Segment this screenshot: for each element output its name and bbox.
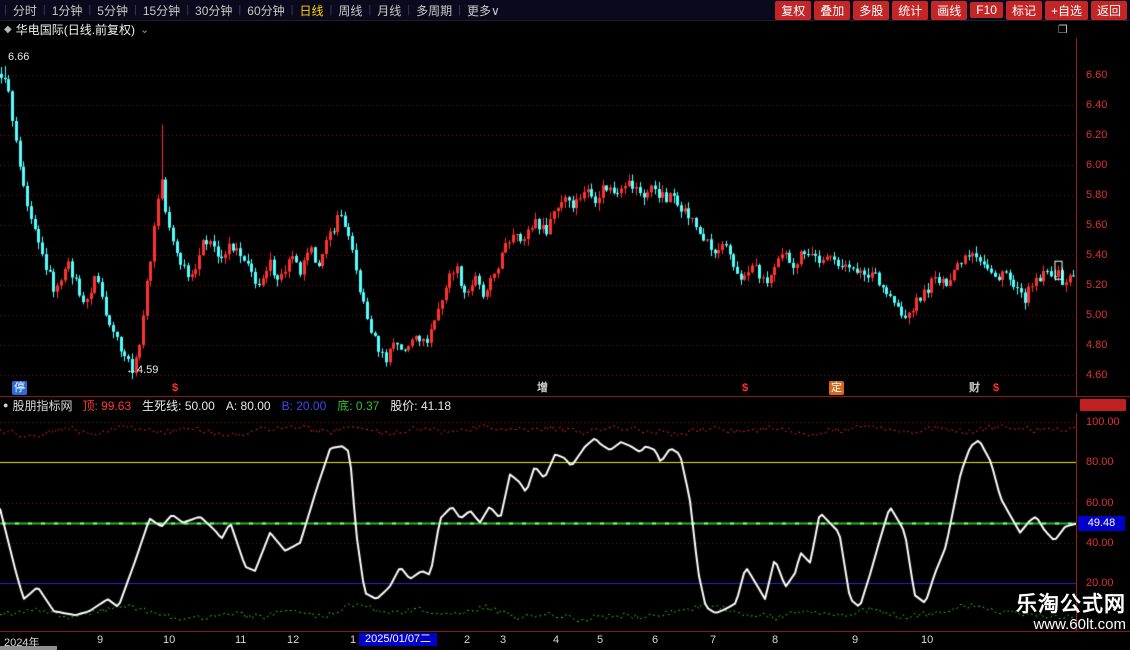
indicator-pane-button[interactable] (1080, 399, 1126, 411)
toolbar-item-more[interactable]: 更多∨ (462, 2, 505, 19)
x-axis-label: 4 (553, 634, 559, 646)
x-axis-label: 9 (97, 634, 103, 646)
toolbar-button-draw[interactable]: 画线 (931, 1, 967, 20)
main-chart-area: 6.66 ←4.59 停 $ 增 $ 定 财 $ (0, 38, 1076, 396)
high-price-marker: 6.66 (8, 51, 29, 63)
selected-date-box: 2025/01/07二 (359, 633, 437, 646)
indicator-icon: ● (3, 400, 8, 410)
indicator-param-price: 股价: 41.18 (390, 399, 451, 413)
toolbar-item-60min[interactable]: 60分钟 (242, 2, 289, 19)
indicator-axis-label: 40.00 (1086, 537, 1114, 549)
indicator-header: ● 股朋指标网 顶: 99.63 生死线: 50.00 A: 80.00 B: 20.… (0, 397, 1076, 413)
toolbar-item-daily[interactable]: 日线 (294, 2, 328, 19)
chart-marker-dollar-2: $ (742, 381, 748, 395)
x-axis-label: 1 (350, 634, 356, 646)
x-axis-label: 12 (287, 634, 299, 646)
toolbar-item-multi-period[interactable]: 多周期 (411, 2, 457, 19)
x-axis-label: 7 (710, 634, 716, 646)
indicator-param-bottom: 底: 0.37 (337, 399, 379, 413)
x-axis-label: 8 (772, 634, 778, 646)
indicator-param-life-line: 生死线: 50.00 (142, 399, 215, 413)
chart-marker-dollar-1: $ (172, 381, 178, 395)
watermark-title: 乐淘公式网 (1016, 593, 1126, 616)
chart-marker-ding: 定 (829, 381, 844, 395)
toolbar-left: |分时|1分钟|5分钟|15分钟|30分钟|60分钟|日线|周线|月线|多周期|… (3, 2, 505, 19)
top-toolbar: |分时|1分钟|5分钟|15分钟|30分钟|60分钟|日线|周线|月线|多周期|… (0, 0, 1130, 21)
panel-layout-icon[interactable]: ❐ (1058, 23, 1068, 36)
price-axis-label: 5.40 (1086, 249, 1107, 261)
x-axis-label: 5 (597, 634, 603, 646)
chart-marker-cai: 财 (969, 381, 980, 395)
indicator-value-box: 49.48 (1078, 516, 1125, 531)
trading-app-window: |分时|1分钟|5分钟|15分钟|30分钟|60分钟|日线|周线|月线|多周期|… (0, 0, 1130, 650)
toolbar-item-15min[interactable]: 15分钟 (138, 2, 185, 19)
toolbar-button-mark[interactable]: 标记 (1006, 1, 1042, 20)
price-axis-label: 4.80 (1086, 339, 1107, 351)
price-axis-label: 4.60 (1086, 369, 1107, 381)
price-axis-label: 5.20 (1086, 279, 1107, 291)
indicator-area (0, 413, 1076, 631)
toolbar-item-30min[interactable]: 30分钟 (190, 2, 237, 19)
indicator-canvas[interactable] (0, 413, 1076, 631)
x-axis: 2025/01/07二 2024年910111212345678910 (0, 631, 1130, 646)
price-axis-label: 5.60 (1086, 219, 1107, 231)
x-axis-label: 10 (163, 634, 175, 646)
chart-title: 华电国际(日线.前复权) (16, 21, 135, 38)
indicator-param-b: B: 20.00 (282, 399, 327, 413)
title-bar: ◆ 华电国际(日线.前复权) ⌄ ❐ (0, 21, 1130, 38)
price-axis: 6.60 6.40 6.20 6.00 5.80 5.60 5.40 5.20 5.00 4.80… (1076, 38, 1130, 396)
toolbar-item-fenshi[interactable]: 分时 (8, 2, 42, 19)
indicator-axis-label: 80.00 (1086, 456, 1114, 468)
indicator-axis-label: 100.00 (1086, 416, 1120, 428)
price-axis-label: 5.00 (1086, 309, 1107, 321)
toolbar-item-1min[interactable]: 1分钟 (47, 2, 88, 19)
indicator-source: 股朋指标网 (12, 397, 72, 414)
site-watermark: 乐淘公式网 www.60lt.com (1016, 593, 1126, 633)
price-axis-label: 6.20 (1086, 129, 1107, 141)
indicator-param-a: A: 80.00 (226, 399, 271, 413)
x-axis-label: 3 (500, 634, 506, 646)
statusbar-stub (0, 646, 57, 650)
candlestick-canvas[interactable] (0, 38, 1076, 396)
price-axis-label: 6.40 (1086, 99, 1107, 111)
toolbar-button-fuquan[interactable]: 复权 (775, 1, 811, 20)
toolbar-item-weekly[interactable]: 周线 (333, 2, 367, 19)
toolbar-button-f10[interactable]: F10 (970, 2, 1003, 18)
toolbar-button-stats[interactable]: 统计 (892, 1, 928, 20)
chart-marker-dollar-3: $ (993, 381, 999, 395)
x-axis-label: 11 (235, 634, 246, 646)
price-axis-label: 6.60 (1086, 69, 1107, 81)
toolbar-button-multi-stock[interactable]: 多股 (853, 1, 889, 20)
x-axis-label: 2 (464, 634, 470, 646)
toolbar-button-overlay[interactable]: 叠加 (814, 1, 850, 20)
toolbar-item-5min[interactable]: 5分钟 (92, 2, 133, 19)
indicator-params: 顶: 99.63 生死线: 50.00 A: 80.00 B: 20.00 底: 0.3… (82, 397, 462, 414)
x-axis-label: 10 (921, 634, 933, 646)
toolbar-button-add-watchlist[interactable]: +自选 (1045, 1, 1088, 20)
chart-marker-zeng: 增 (537, 381, 548, 395)
indicator-axis-label: 20.00 (1086, 577, 1114, 589)
x-axis-label: 9 (852, 634, 858, 646)
toolbar-item-monthly[interactable]: 月线 (372, 2, 406, 19)
price-axis-label: 6.00 (1086, 159, 1107, 171)
indicator-param-top: 顶: 99.63 (82, 399, 131, 413)
watermark-row: 停 $ 增 $ 定 财 $ (0, 381, 1076, 396)
chevron-down-icon[interactable]: ⌄ (140, 23, 149, 36)
chart-marker-halt: 停 (12, 381, 27, 395)
watermark-url: www.60lt.com (1016, 617, 1126, 634)
toolbar-right: 复权叠加多股统计画线F10标记+自选返回 (775, 1, 1127, 20)
x-axis-label: 6 (652, 634, 658, 646)
stock-icon: ◆ (4, 24, 12, 35)
indicator-axis-label: 60.00 (1086, 497, 1114, 509)
price-axis-label: 5.80 (1086, 189, 1107, 201)
toolbar-button-back[interactable]: 返回 (1091, 1, 1127, 20)
low-price-marker: ←4.59 (126, 364, 158, 376)
